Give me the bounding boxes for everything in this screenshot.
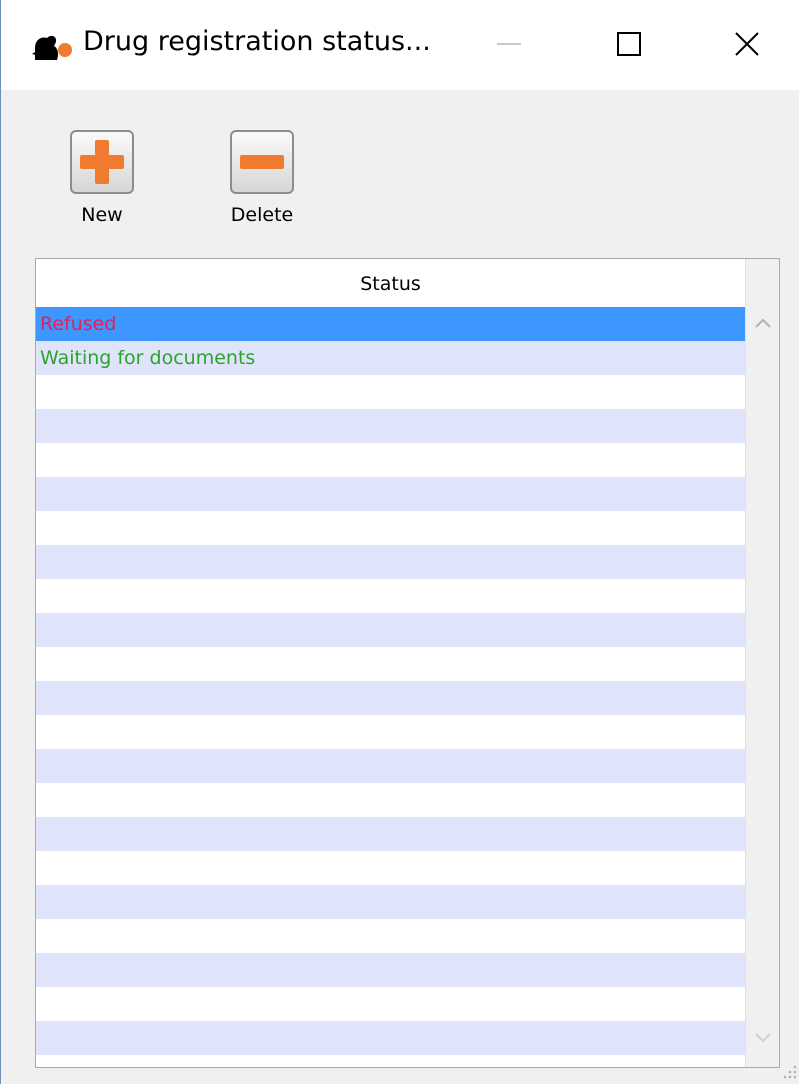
resize-grip-icon[interactable] bbox=[780, 1062, 798, 1080]
close-icon bbox=[735, 32, 759, 56]
table-row-empty[interactable] bbox=[36, 885, 745, 919]
plus-icon bbox=[80, 140, 124, 184]
column-header-status[interactable]: Status bbox=[36, 259, 745, 307]
minus-icon bbox=[240, 155, 284, 169]
minimize-icon bbox=[497, 43, 521, 45]
table-row-empty[interactable] bbox=[36, 409, 745, 443]
table-row-empty[interactable] bbox=[36, 851, 745, 885]
new-icon-box bbox=[70, 130, 134, 194]
title-bar[interactable]: Drug registration status... bbox=[1, 0, 799, 90]
table-row-empty[interactable] bbox=[36, 817, 745, 851]
minimize-button[interactable] bbox=[479, 14, 539, 74]
table-body: Refused Waiting for documents bbox=[36, 307, 745, 1055]
table-row-empty[interactable] bbox=[36, 953, 745, 987]
table-row-empty[interactable] bbox=[36, 783, 745, 817]
table-row-empty[interactable] bbox=[36, 987, 745, 1021]
chevron-down-icon[interactable] bbox=[754, 1031, 772, 1043]
table-row-empty[interactable] bbox=[36, 579, 745, 613]
table-row-empty[interactable] bbox=[36, 647, 745, 681]
new-button-label: New bbox=[81, 204, 123, 226]
table-row-empty[interactable] bbox=[36, 511, 745, 545]
delete-button[interactable]: Delete bbox=[210, 130, 310, 230]
chevron-up-icon[interactable] bbox=[754, 317, 772, 329]
status-table: Status Refused Waiting for documents bbox=[35, 258, 780, 1068]
dialog-window: Drug registration status... New Delete S… bbox=[0, 0, 799, 1084]
table-row[interactable]: Waiting for documents bbox=[36, 341, 745, 375]
table-row-empty[interactable] bbox=[36, 613, 745, 647]
maximize-icon bbox=[617, 32, 641, 56]
table-row-empty[interactable] bbox=[36, 443, 745, 477]
table-row-empty[interactable] bbox=[36, 715, 745, 749]
app-logo-icon bbox=[32, 35, 72, 60]
table-row-empty[interactable] bbox=[36, 375, 745, 409]
close-button[interactable] bbox=[717, 14, 777, 74]
table-row-empty[interactable] bbox=[36, 1021, 745, 1055]
table-row-empty[interactable] bbox=[36, 749, 745, 783]
table-row-empty[interactable] bbox=[36, 545, 745, 579]
table-row-empty[interactable] bbox=[36, 919, 745, 953]
maximize-button[interactable] bbox=[599, 14, 659, 74]
delete-button-label: Delete bbox=[230, 204, 294, 226]
delete-icon-box bbox=[230, 130, 294, 194]
vertical-scrollbar[interactable] bbox=[745, 259, 779, 1067]
new-button[interactable]: New bbox=[50, 130, 150, 230]
window-title: Drug registration status... bbox=[83, 26, 431, 57]
table-row[interactable]: Refused bbox=[36, 307, 745, 341]
table-row-empty[interactable] bbox=[36, 477, 745, 511]
table-row-empty[interactable] bbox=[36, 681, 745, 715]
